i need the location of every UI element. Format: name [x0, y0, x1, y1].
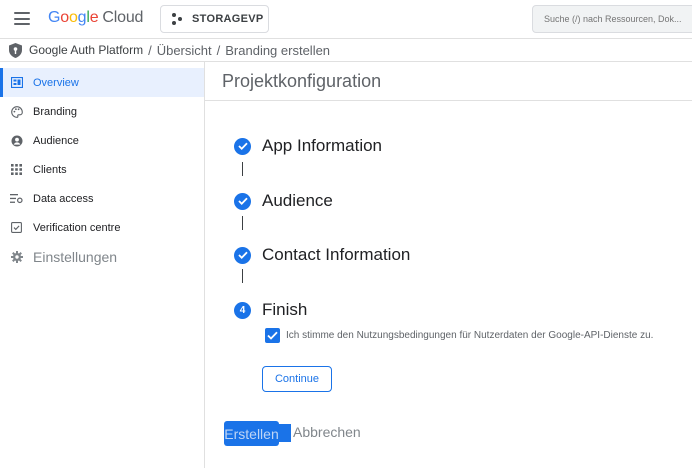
create-button[interactable]: Erstellen	[224, 421, 279, 446]
step-number: 4	[234, 301, 251, 319]
step-title: Contact Information	[262, 245, 411, 264]
search-input[interactable]	[532, 5, 692, 33]
top-bar: Google Cloud STORAGEVP	[0, 0, 692, 38]
dashboard-icon	[10, 76, 23, 89]
gear-icon	[10, 250, 23, 263]
apps-grid-icon	[10, 163, 23, 176]
sidebar-item-label: Einstellungen	[33, 248, 118, 265]
sidebar-item-settings[interactable]: Einstellungen	[0, 242, 204, 271]
step-connector	[242, 216, 243, 230]
step-complete-check-icon	[234, 192, 251, 210]
step-contact-information[interactable]: Contact Information	[234, 245, 410, 265]
terms-checkbox[interactable]	[265, 328, 280, 343]
sidebar-item-label: Overview	[33, 76, 79, 89]
sidebar-item-label: Data access	[33, 192, 94, 205]
step-complete-check-icon	[234, 246, 251, 264]
palette-icon	[10, 105, 23, 118]
page-title: Projektkonfiguration	[222, 71, 382, 91]
step-title: Finish	[262, 300, 308, 319]
person-icon	[10, 134, 23, 147]
sidebar-item-verification-centre[interactable]: Verification centre	[0, 213, 204, 242]
step-finish[interactable]: 4 Finish	[234, 300, 307, 320]
create-button-edge	[279, 424, 291, 442]
sidebar-item-branding[interactable]: Branding	[0, 97, 204, 126]
terms-checkbox-label: Ich stimme den Nutzungsbedingungen für N…	[286, 330, 654, 341]
shield-icon	[9, 42, 22, 58]
step-title: App Information	[262, 136, 383, 155]
google-cloud-logo[interactable]: Google Cloud	[48, 9, 143, 27]
cancel-button[interactable]: Abbrechen	[293, 424, 361, 440]
project-picker-button[interactable]: STORAGEVP	[160, 5, 269, 33]
sidebar-item-audience[interactable]: Audience	[0, 126, 204, 155]
hamburger-menu-icon[interactable]	[14, 12, 30, 25]
sidebar-item-data-access[interactable]: Data access	[0, 184, 204, 213]
sidebar-item-label: Branding	[33, 105, 78, 118]
sidebar-item-clients[interactable]: Clients	[0, 155, 204, 184]
title-divider	[205, 100, 692, 101]
sidebar: Overview Branding Audience Clients Data …	[0, 62, 205, 468]
step-connector	[242, 162, 243, 176]
step-app-information[interactable]: App Information	[234, 136, 382, 156]
sidebar-item-label: Audience	[33, 134, 79, 147]
breadcrumb-product[interactable]: Google Auth Platform	[29, 43, 143, 57]
step-complete-check-icon	[234, 137, 251, 155]
breadcrumb-separator: /	[148, 42, 152, 58]
sidebar-item-label: Clients	[33, 163, 67, 176]
sidebar-item-overview[interactable]: Overview	[0, 68, 204, 97]
step-connector	[242, 269, 243, 283]
terms-checkbox-row: Ich stimme den Nutzungsbedingungen für N…	[265, 328, 653, 343]
step-title: Audience	[262, 191, 333, 210]
breadcrumb: Google Auth Platform / Übersicht / Brand…	[0, 38, 692, 62]
breadcrumb-branding-create[interactable]: Branding erstellen	[225, 43, 330, 58]
verified-icon	[10, 221, 23, 234]
breadcrumb-separator: /	[216, 42, 221, 58]
step-audience[interactable]: Audience	[234, 191, 333, 211]
sidebar-item-label: Verification centre	[33, 221, 121, 234]
data-access-icon	[10, 192, 23, 205]
project-name: STORAGEVP	[192, 13, 264, 25]
project-hierarchy-icon	[172, 13, 184, 25]
breadcrumb-overview[interactable]: Übersicht	[157, 43, 212, 58]
continue-button[interactable]: Continue	[262, 366, 332, 392]
